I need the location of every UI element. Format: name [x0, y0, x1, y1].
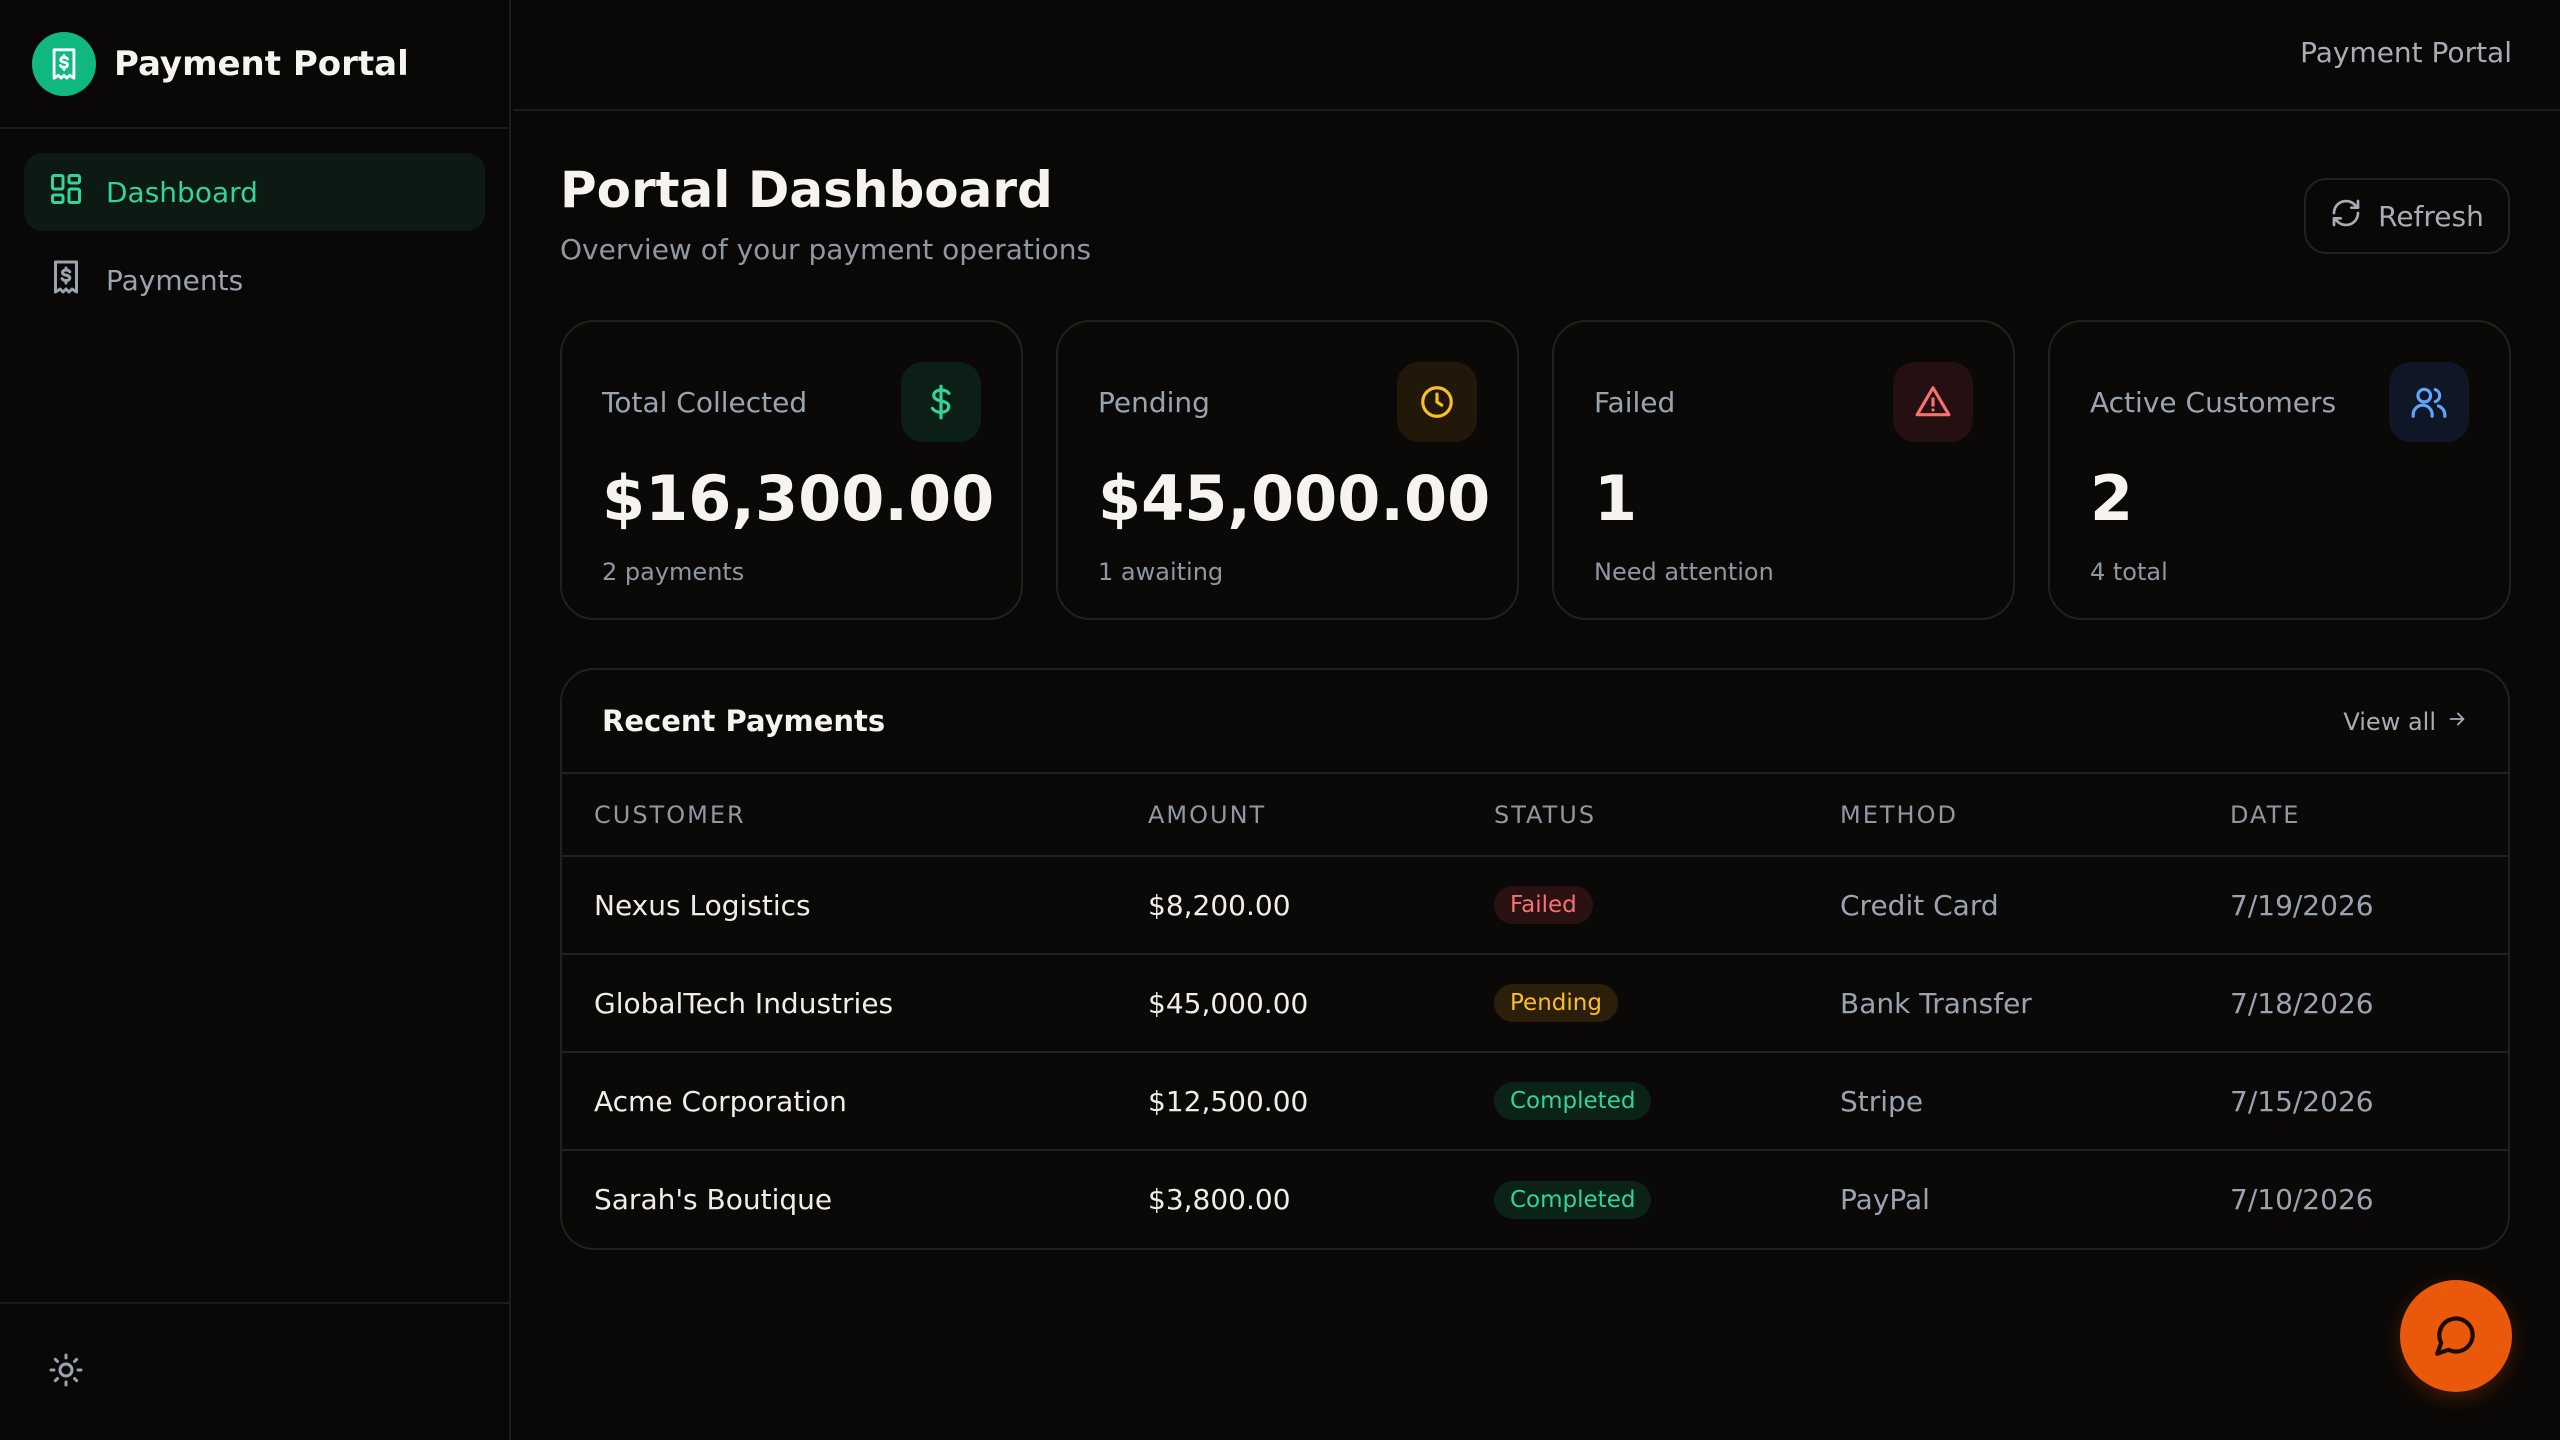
- status-cell: Completed: [1494, 1052, 1840, 1151]
- amount-cell: $12,500.00: [1148, 1052, 1494, 1151]
- dashboard-grid-icon: [48, 171, 84, 214]
- topbar: Payment Portal: [513, 0, 2560, 111]
- alert-triangle-icon: [1893, 362, 1973, 442]
- method-cell: PayPal: [1840, 1183, 1930, 1216]
- app-title: Payment Portal: [114, 43, 409, 84]
- sidebar-nav: Dashboard Payments: [0, 129, 509, 353]
- status-badge: Pending: [1494, 984, 1618, 1022]
- stat-label: Pending: [1098, 386, 1210, 419]
- arrow-right-icon: [2446, 708, 2468, 736]
- receipt-dollar-icon: [48, 259, 84, 302]
- date-cell: 7/10/2026: [2230, 1183, 2374, 1216]
- customer-cell: Nexus Logistics: [562, 856, 1148, 955]
- clock-icon: [1397, 362, 1477, 442]
- status-badge: Completed: [1494, 1082, 1652, 1120]
- date-cell: 7/19/2026: [2230, 856, 2508, 955]
- method-cell: Credit Card: [1840, 856, 2230, 955]
- chat-button[interactable]: [2400, 1280, 2512, 1392]
- chat-bubble-icon: [2431, 1310, 2481, 1363]
- sidebar-footer: [0, 1302, 509, 1440]
- date-cell: 7/15/2026: [2230, 1052, 2508, 1151]
- status-cell: Completed: [1494, 1150, 1840, 1248]
- table-row[interactable]: Acme Corporation $12,500.00 Completed St…: [562, 1052, 2508, 1151]
- sidebar: Payment Portal Dashboard Payments: [0, 0, 511, 1440]
- stat-value: 1: [1594, 462, 1638, 535]
- table-header-row: CUSTOMER AMOUNT STATUS METHOD DATE: [562, 774, 2508, 857]
- view-all-label: View all: [2343, 708, 2436, 736]
- column-header-date: DATE: [2230, 774, 2508, 857]
- stat-value: 2: [2090, 462, 2134, 535]
- recent-payments-table: CUSTOMER AMOUNT STATUS METHOD DATE Nexus…: [562, 774, 2508, 1248]
- sidebar-item-dashboard[interactable]: Dashboard: [24, 153, 485, 231]
- stat-card-pending: Pending $45,000.00 1 awaiting: [1056, 320, 1519, 620]
- amount-cell: $8,200.00: [1148, 856, 1494, 955]
- refresh-icon: [2330, 197, 2362, 236]
- table-row[interactable]: Sarah's Boutique $3,800.00 Completed Pay…: [562, 1150, 2508, 1248]
- sidebar-item-label: Payments: [106, 263, 244, 297]
- column-header-method: METHOD: [1840, 774, 2230, 857]
- dollar-icon: [901, 362, 981, 442]
- refresh-button[interactable]: Refresh: [2304, 178, 2510, 254]
- column-header-amount: AMOUNT: [1148, 774, 1494, 857]
- status-cell: Failed: [1494, 856, 1840, 955]
- customer-cell: Acme Corporation: [562, 1052, 1148, 1151]
- view-all-link[interactable]: View all: [2343, 708, 2468, 736]
- customer-cell: Sarah's Boutique: [594, 1183, 833, 1216]
- customer-cell: GlobalTech Industries: [562, 954, 1148, 1053]
- status-badge: Failed: [1494, 886, 1593, 924]
- sidebar-item-label: Dashboard: [106, 175, 258, 209]
- stat-label: Total Collected: [602, 386, 808, 419]
- sidebar-item-payments[interactable]: Payments: [24, 241, 485, 319]
- status-badge: Completed: [1494, 1180, 1652, 1219]
- recent-payments-header: Recent Payments View all: [562, 670, 2508, 774]
- column-header-customer: CUSTOMER: [562, 774, 1148, 857]
- date-cell: 7/18/2026: [2230, 954, 2508, 1053]
- status-cell: Pending: [1494, 954, 1840, 1053]
- amount-cell: $3,800.00: [1148, 1183, 1291, 1216]
- stat-sub: Need attention: [1594, 558, 1774, 586]
- column-header-status: STATUS: [1494, 774, 1840, 857]
- table-row[interactable]: GlobalTech Industries $45,000.00 Pending…: [562, 954, 2508, 1053]
- method-cell: Stripe: [1840, 1052, 2230, 1151]
- stat-card-failed: Failed 1 Need attention: [1552, 320, 2015, 620]
- stat-sub: 2 payments: [602, 558, 745, 586]
- brand: Payment Portal: [0, 0, 509, 129]
- sun-icon[interactable]: [48, 1352, 84, 1392]
- stat-card-active-customers: Active Customers 2 4 total: [2048, 320, 2511, 620]
- stat-label: Failed: [1594, 386, 1676, 419]
- table-row[interactable]: Nexus Logistics $8,200.00 Failed Credit …: [562, 856, 2508, 955]
- refresh-label: Refresh: [2378, 199, 2484, 233]
- stat-sub: 1 awaiting: [1098, 558, 1224, 586]
- page-title: Portal Dashboard: [560, 161, 1053, 219]
- stat-value: $45,000.00: [1098, 462, 1491, 535]
- users-icon: [2389, 362, 2469, 442]
- stat-value: $16,300.00: [602, 462, 995, 535]
- stat-sub: 4 total: [2090, 558, 2168, 586]
- stats-row: Total Collected $16,300.00 2 payments Pe…: [560, 320, 2511, 620]
- recent-payments-card: Recent Payments View all CUSTOMER AMOUNT…: [560, 668, 2510, 1250]
- topbar-title: Payment Portal: [2300, 36, 2512, 69]
- receipt-dollar-icon: [32, 31, 96, 96]
- page-subtitle: Overview of your payment operations: [560, 233, 1092, 266]
- amount-cell: $45,000.00: [1148, 954, 1494, 1053]
- stat-card-total-collected: Total Collected $16,300.00 2 payments: [560, 320, 1023, 620]
- recent-payments-title: Recent Payments: [602, 704, 886, 738]
- method-cell: Bank Transfer: [1840, 954, 2230, 1053]
- stat-label: Active Customers: [2090, 386, 2337, 419]
